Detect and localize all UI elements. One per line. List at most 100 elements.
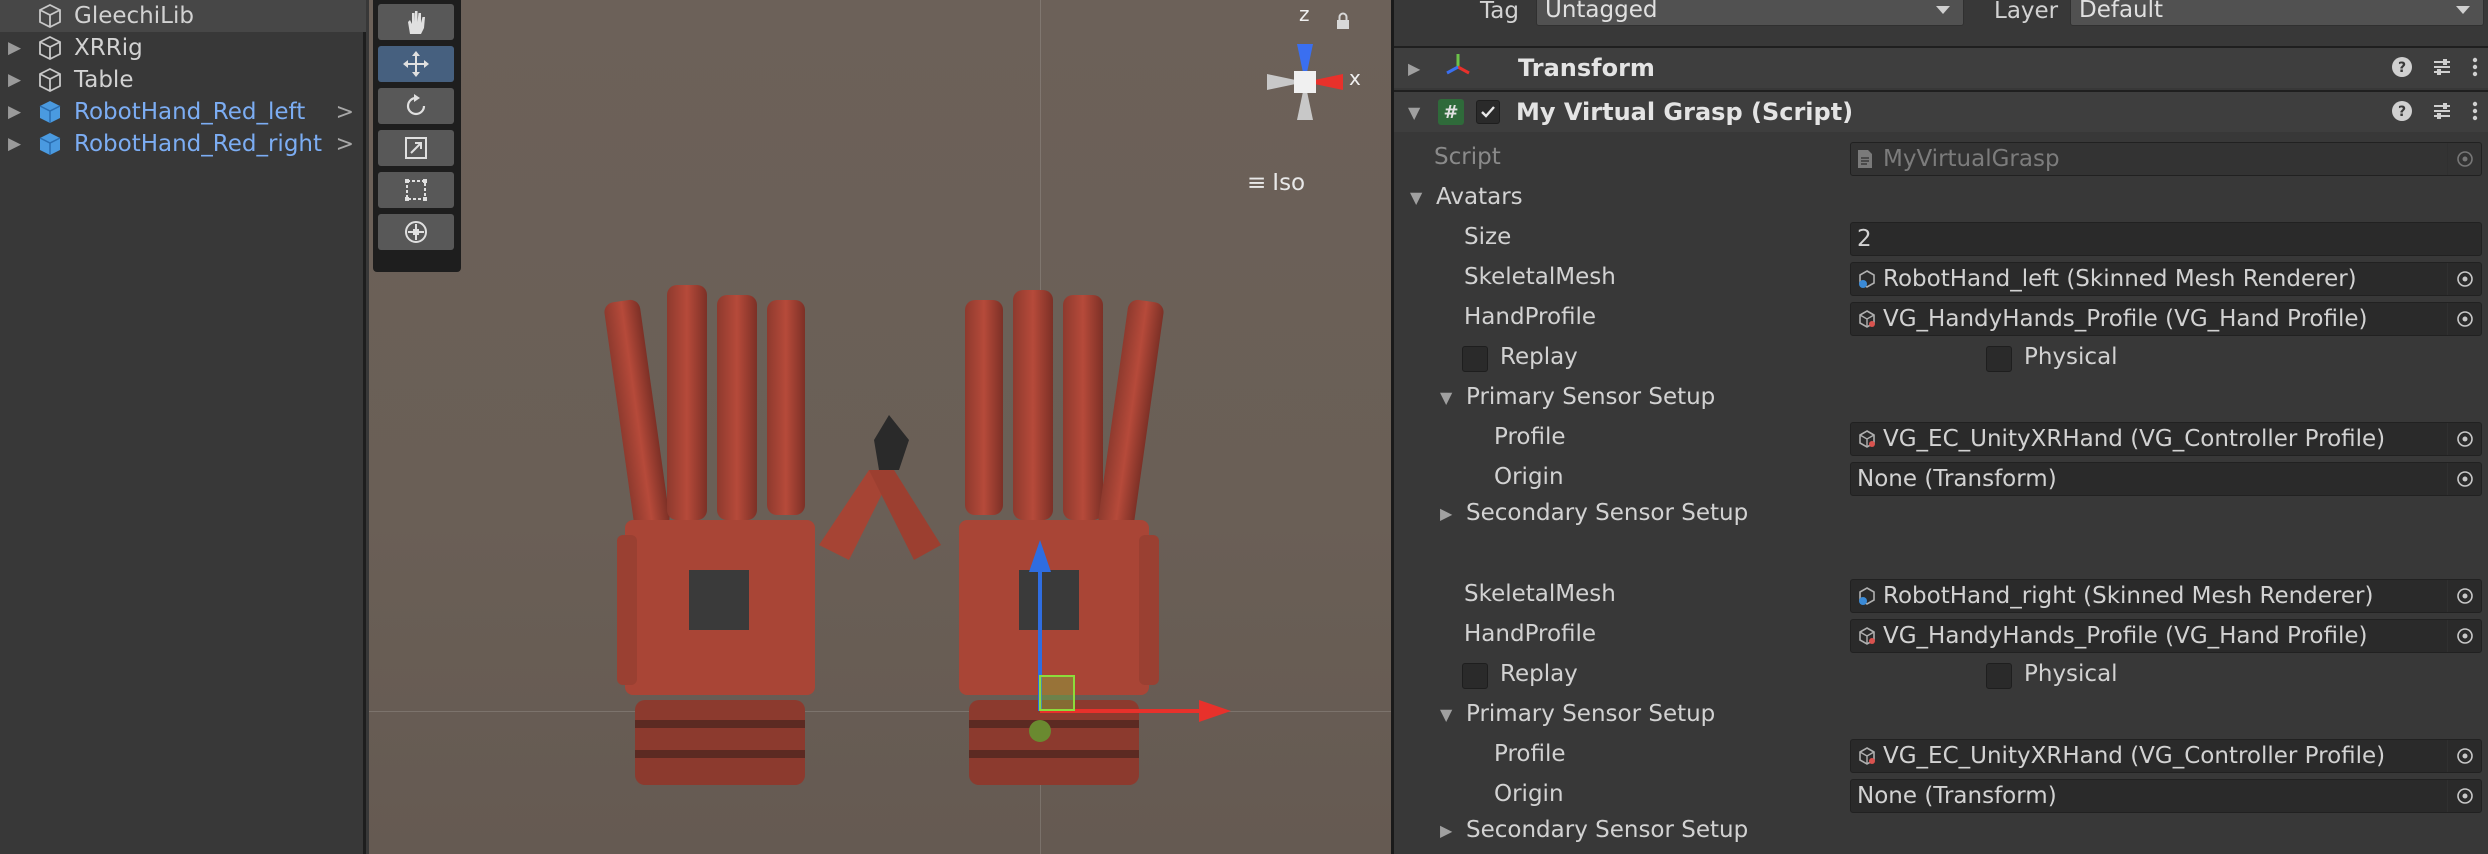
foldout-arrow-icon[interactable]: ▶ [1408,59,1424,78]
inspector-panel: Tag Untagged Layer Default ▶ Transform ?… [1391,0,2488,854]
skeletal-mesh-label: SkeletalMesh [1464,264,1616,290]
foldout-arrow-icon[interactable]: ▶ [1440,504,1456,523]
hierarchy-item-gleechilib[interactable]: ▶ GleechiLib [0,0,366,32]
size-label: Size [1464,224,1512,250]
help-icon[interactable]: ? [2391,100,2413,128]
physical-checkbox[interactable] [1986,663,2012,689]
object-picker-icon[interactable] [2447,740,2481,772]
physical-label: Physical [2024,344,2118,370]
tag-label: Tag [1480,0,1519,24]
expand-arrow-icon[interactable]: ▶ [8,134,22,154]
skeletal-mesh-value: RobotHand_left (Skinned Mesh Renderer) [1883,266,2357,292]
rect-tool-icon[interactable] [378,172,454,208]
origin-label: Origin [1494,464,1564,490]
expand-arrow-icon[interactable]: ▶ [8,70,22,90]
hierarchy-item-robothand-right[interactable]: ▶ RobotHand_Red_right > [0,128,366,160]
foldout-arrow-icon[interactable]: ▼ [1410,188,1426,207]
avatars-foldout[interactable]: ▼ Avatars [1410,184,1523,210]
robot-hand-left[interactable] [603,285,815,785]
script-field: MyVirtualGrasp [1850,142,2482,176]
gizmo-z-label: z [1299,2,1310,26]
skinned-mesh-icon [1857,268,1877,290]
presets-icon[interactable] [2431,56,2453,84]
primary-sensor-setup-foldout[interactable]: ▼ Primary Sensor Setup [1440,701,1715,727]
kebab-menu-icon[interactable] [2471,56,2479,84]
projection-label: Iso [1272,170,1306,196]
transform-title: Transform [1518,54,1655,82]
tag-dropdown[interactable]: Untagged [1536,0,1964,26]
secondary-sensor-setup-foldout[interactable]: ▶ Secondary Sensor Setup [1440,500,1748,526]
menu-lines-icon: ≡ [1247,170,1267,196]
script-file-icon [1857,148,1877,170]
component-enabled-checkbox[interactable] [1476,100,1500,124]
origin-field[interactable]: None (Transform) [1850,462,2482,496]
scene-view[interactable]: z x ≡ Iso [369,0,1391,854]
transform-tool-icon[interactable] [378,214,454,250]
hierarchy-item-robothand-left[interactable]: ▶ RobotHand_Red_left > [0,96,366,128]
layer-dropdown[interactable]: Default [2070,0,2484,26]
skeletal-mesh-field[interactable]: RobotHand_right (Skinned Mesh Renderer) [1850,579,2482,613]
script-label: Script [1434,144,1501,170]
object-picker-icon[interactable] [2447,463,2481,495]
sensor-profile-label: Profile [1494,741,1566,767]
foldout-arrow-icon[interactable]: ▶ [1440,821,1456,840]
skinned-mesh-icon [1857,585,1877,607]
hand-profile-field[interactable]: VG_HandyHands_Profile (VG_Hand Profile) [1850,619,2482,653]
object-picker-icon[interactable] [2447,780,2481,812]
hand-tool-icon[interactable] [378,4,454,40]
expand-arrow-icon[interactable]: ▶ [8,38,22,58]
script-component-header[interactable]: ▼ # My Virtual Grasp (Script) ? [1394,90,2488,132]
open-prefab-chevron-icon[interactable]: > [336,132,354,157]
transform-component-header[interactable]: ▶ Transform ? [1394,46,2488,88]
svg-text:?: ? [2398,60,2406,76]
origin-label: Origin [1494,781,1564,807]
scale-tool-icon[interactable] [378,130,454,166]
hierarchy-item-label: XRRig [74,35,143,61]
skeletal-mesh-value: RobotHand_right (Skinned Mesh Renderer) [1883,583,2374,609]
kebab-menu-icon[interactable] [2471,100,2479,128]
transform-icon [1444,51,1474,85]
foldout-arrow-icon[interactable]: ▼ [1440,388,1456,407]
prefab-icon [36,130,64,158]
gizmo-x-label: x [1349,66,1361,90]
physical-checkbox[interactable] [1986,346,2012,372]
secondary-sensor-setup-foldout[interactable]: ▶ Secondary Sensor Setup [1440,817,1748,843]
sensor-profile-label: Profile [1494,424,1566,450]
foldout-arrow-icon[interactable]: ▼ [1440,705,1456,724]
physical-label: Physical [2024,661,2118,687]
object-picker-icon[interactable] [2447,303,2481,335]
origin-field[interactable]: None (Transform) [1850,779,2482,813]
hand-profile-label: HandProfile [1464,621,1597,647]
gameobject-icon [36,2,64,30]
sensor-profile-field[interactable]: VG_EC_UnityXRHand (VG_Controller Profile… [1850,739,2482,773]
avatars-label: Avatars [1436,184,1523,210]
replay-checkbox[interactable] [1462,663,1488,689]
lock-icon[interactable] [1335,10,1351,36]
hierarchy-item-table[interactable]: ▶ Table [0,64,366,96]
size-input[interactable]: 2 [1850,222,2482,256]
object-picker-icon[interactable] [2447,263,2481,295]
replay-checkbox[interactable] [1462,346,1488,372]
primary-sensor-setup-foldout[interactable]: ▼ Primary Sensor Setup [1440,384,1715,410]
object-picker-icon[interactable] [2447,620,2481,652]
skeletal-mesh-field[interactable]: RobotHand_left (Skinned Mesh Renderer) [1850,262,2482,296]
rotate-tool-icon[interactable] [378,88,454,124]
expand-arrow-icon[interactable]: ▶ [8,102,22,122]
sensor-profile-field[interactable]: VG_EC_UnityXRHand (VG_Controller Profile… [1850,422,2482,456]
foldout-arrow-icon[interactable]: ▼ [1408,103,1424,122]
move-tool-icon[interactable] [378,46,454,82]
hierarchy-item-label: Table [74,67,134,93]
help-icon[interactable]: ? [2391,56,2413,84]
object-picker-icon[interactable] [2447,423,2481,455]
presets-icon[interactable] [2431,100,2453,128]
tag-value: Untagged [1545,0,1658,23]
origin-value: None (Transform) [1857,783,2057,809]
projection-toggle[interactable]: ≡ Iso [1247,170,1305,196]
scriptable-object-icon [1857,428,1877,450]
object-picker-icon[interactable] [2447,580,2481,612]
hierarchy-item-xrrig[interactable]: ▶ XRRig [0,32,366,64]
sensor-profile-value: VG_EC_UnityXRHand (VG_Controller Profile… [1883,426,2386,452]
hand-profile-field[interactable]: VG_HandyHands_Profile (VG_Hand Profile) [1850,302,2482,336]
secondary-sensor-setup-label: Secondary Sensor Setup [1466,500,1749,526]
open-prefab-chevron-icon[interactable]: > [336,100,354,125]
